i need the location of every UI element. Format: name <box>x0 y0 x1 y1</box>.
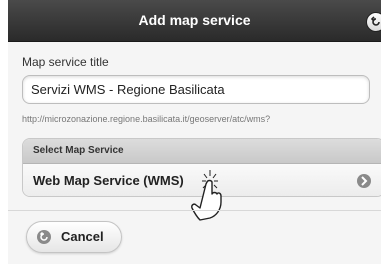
dialog-title: Add map service <box>138 12 251 28</box>
add-map-service-dialog: Add map service Map service title Serviz… <box>8 0 381 264</box>
chevron-right-icon <box>357 174 371 188</box>
hand-pointer-icon <box>191 170 222 221</box>
dialog-header: Add map service <box>8 0 381 42</box>
service-url: http://microzonazione.regione.basilicata… <box>22 114 271 124</box>
cancel-label: Cancel <box>61 229 104 244</box>
wms-option-label: Web Map Service (WMS) <box>33 173 184 188</box>
back-button[interactable] <box>366 12 381 32</box>
select-map-service-header: Select Map Service <box>23 139 381 164</box>
back-arrow-icon <box>37 230 51 244</box>
select-header-label: Select Map Service <box>33 145 124 156</box>
map-service-title-input[interactable]: Servizi WMS - Regione Basilicata <box>22 75 370 104</box>
map-service-title-label: Map service title <box>22 55 109 69</box>
back-arrow-icon <box>370 16 380 26</box>
cancel-button[interactable]: Cancel <box>26 221 122 253</box>
footer-divider <box>8 210 381 211</box>
